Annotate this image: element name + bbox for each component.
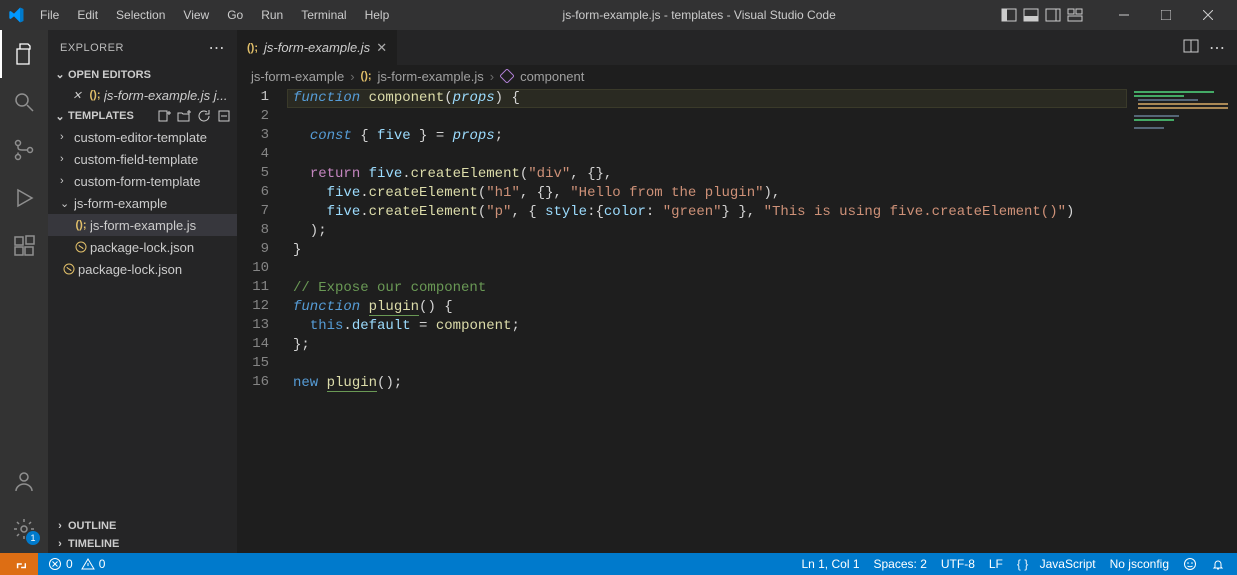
js-file-icon: (); [247, 42, 258, 54]
notifications-icon[interactable] [1211, 557, 1225, 571]
menu-go[interactable]: Go [219, 4, 251, 26]
search-icon[interactable] [0, 78, 48, 126]
code-editor[interactable]: function component(props) { const { five… [287, 87, 1127, 553]
encoding[interactable]: UTF-8 [941, 557, 975, 571]
tree-item[interactable]: ›custom-field-template [48, 148, 237, 170]
menu-help[interactable]: Help [357, 4, 398, 26]
menu-terminal[interactable]: Terminal [293, 4, 354, 26]
layout-controls[interactable] [1001, 7, 1083, 23]
tab-active[interactable]: (); js-form-example.js ✕ [237, 30, 398, 65]
explorer-icon[interactable] [0, 30, 48, 78]
breadcrumb-folder[interactable]: js-form-example [251, 69, 344, 84]
remote-button[interactable] [0, 553, 38, 575]
editor-more-icon[interactable]: ⋯ [1209, 38, 1225, 58]
vscode-icon [8, 7, 24, 23]
language-mode[interactable]: { } JavaScript [1017, 557, 1096, 571]
tree-item[interactable]: ⌄js-form-example [48, 192, 237, 214]
feedback-icon[interactable] [1183, 557, 1197, 571]
title-bar: FileEditSelectionViewGoRunTerminalHelp j… [0, 0, 1237, 30]
workspace-section[interactable]: ⌄TEMPLATES [48, 106, 237, 126]
menu-bar: FileEditSelectionViewGoRunTerminalHelp [32, 4, 397, 26]
tab-close-icon[interactable]: ✕ [376, 40, 387, 56]
accounts-icon[interactable] [0, 457, 48, 505]
run-debug-icon[interactable] [0, 174, 48, 222]
activity-bar: 1 [0, 30, 48, 553]
refresh-icon[interactable] [195, 109, 213, 123]
cursor-position[interactable]: Ln 1, Col 1 [801, 557, 859, 571]
menu-edit[interactable]: Edit [69, 4, 106, 26]
minimize-button[interactable] [1103, 0, 1145, 30]
panel-bottom-icon[interactable] [1023, 7, 1039, 23]
status-bar: 0 0 Ln 1, Col 1 Spaces: 2 UTF-8 LF { } J… [0, 553, 1237, 575]
menu-run[interactable]: Run [253, 4, 291, 26]
errors-item[interactable]: 0 [48, 557, 73, 571]
breadcrumb[interactable]: js-form-example › (); js-form-example.js… [237, 65, 1237, 87]
timeline-section[interactable]: ›TIMELINE [48, 535, 237, 553]
new-folder-icon[interactable] [175, 109, 193, 123]
close-icon[interactable]: ✕ [68, 89, 86, 102]
menu-selection[interactable]: Selection [108, 4, 173, 26]
tree-item[interactable]: ();js-form-example.js [48, 214, 237, 236]
jsconfig-status[interactable]: No jsconfig [1110, 557, 1169, 571]
js-file-icon: (); [86, 89, 104, 101]
source-control-icon[interactable] [0, 126, 48, 174]
eol[interactable]: LF [989, 557, 1003, 571]
panel-left-icon[interactable] [1001, 7, 1017, 23]
collapse-icon[interactable] [215, 109, 233, 123]
close-button[interactable] [1187, 0, 1229, 30]
warnings-item[interactable]: 0 [81, 557, 106, 571]
minimap[interactable] [1127, 87, 1237, 553]
maximize-button[interactable] [1145, 0, 1187, 30]
explorer-title: EXPLORER [60, 42, 124, 54]
extensions-icon[interactable] [0, 222, 48, 270]
new-file-icon[interactable] [155, 109, 173, 123]
window-title: js-form-example.js - templates - Visual … [397, 8, 1001, 22]
panel-right-icon[interactable] [1045, 7, 1061, 23]
gutter: 12345678910111213141516 [237, 87, 287, 553]
explorer-more-icon[interactable]: ⋯ [209, 38, 226, 58]
layout-icon[interactable] [1067, 7, 1083, 23]
split-editor-icon[interactable] [1183, 38, 1199, 54]
tab-label: js-form-example.js [264, 40, 370, 55]
open-editor-item[interactable]: ✕ (); js-form-example.js j... [48, 84, 237, 106]
outline-section[interactable]: ›OUTLINE [48, 517, 237, 535]
editor-area: (); js-form-example.js ✕ ⋯ js-form-examp… [237, 30, 1237, 553]
tree-item[interactable]: package-lock.json [48, 236, 237, 258]
open-editors-section[interactable]: ⌄OPEN EDITORS [48, 65, 237, 84]
tree-item[interactable]: ›custom-editor-template [48, 126, 237, 148]
menu-file[interactable]: File [32, 4, 67, 26]
breadcrumb-file[interactable]: js-form-example.js [378, 69, 484, 84]
breadcrumb-symbol[interactable]: component [520, 69, 584, 84]
tree-item[interactable]: ›custom-form-template [48, 170, 237, 192]
js-file-icon: (); [361, 70, 372, 82]
explorer-panel: EXPLORER ⋯ ⌄OPEN EDITORS ✕ (); js-form-e… [48, 30, 237, 553]
menu-view[interactable]: View [175, 4, 217, 26]
explorer-header: EXPLORER ⋯ [48, 30, 237, 65]
tree-item[interactable]: package-lock.json [48, 258, 237, 280]
tab-bar: (); js-form-example.js ✕ ⋯ [237, 30, 1237, 65]
settings-icon[interactable]: 1 [0, 505, 48, 553]
symbol-icon [500, 69, 514, 83]
indentation[interactable]: Spaces: 2 [874, 557, 927, 571]
